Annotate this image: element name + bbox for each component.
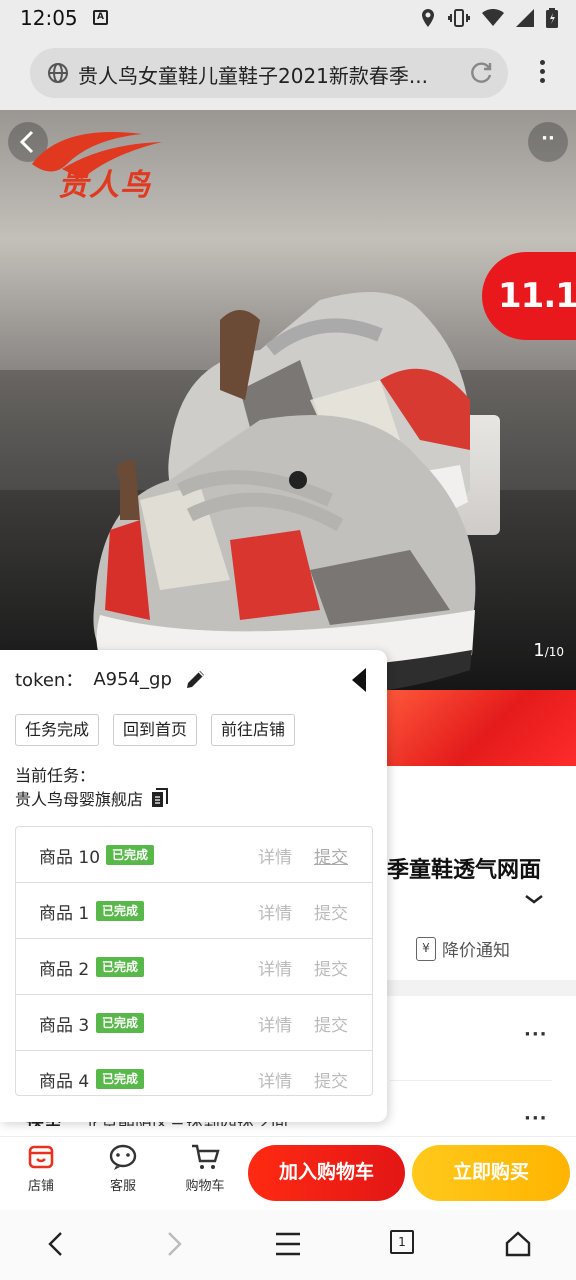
- submit-link[interactable]: 提交: [314, 1011, 348, 1036]
- status-time: 12:05: [20, 6, 78, 30]
- detail-link[interactable]: 详情: [258, 899, 292, 924]
- price-alert-label: 降价通知: [442, 941, 510, 961]
- store-button[interactable]: 店铺: [11, 1143, 71, 1194]
- edit-icon[interactable]: [184, 667, 208, 691]
- token-row: token： A954_gp: [15, 666, 208, 692]
- cart-button[interactable]: 购物车: [175, 1143, 235, 1194]
- list-item: 商品 1 已完成 详情 提交: [16, 883, 372, 939]
- current-task-shop: 贵人鸟母婴旗舰店: [15, 786, 169, 810]
- current-task-label: 当前任务：: [15, 766, 96, 785]
- status-badge: 已完成: [96, 957, 145, 977]
- detail-link[interactable]: 详情: [258, 843, 292, 868]
- image-index: 1: [533, 640, 545, 661]
- nav-menu-icon[interactable]: [274, 1230, 302, 1258]
- item-name: 商品 4: [39, 1072, 90, 1092]
- globe-icon: [48, 63, 68, 83]
- detail-link[interactable]: 详情: [258, 1067, 292, 1092]
- submit-link[interactable]: 提交: [314, 899, 348, 924]
- home-icon[interactable]: [504, 1230, 532, 1258]
- browser-nav-bar: 1: [0, 1210, 576, 1280]
- more-dots-icon[interactable]: ···: [524, 1108, 548, 1129]
- bottom-action-bar: 店铺 客服 购物车 加入购物车 立即购买: [0, 1136, 576, 1210]
- status-badge: 已完成: [96, 901, 145, 921]
- back-home-button[interactable]: 回到首页: [113, 714, 198, 746]
- tabs-button[interactable]: 1: [390, 1230, 414, 1254]
- item-name: 商品 2: [39, 960, 90, 980]
- item-name: 商品 10: [39, 848, 101, 868]
- price-alert-button[interactable]: ¥ 降价通知: [416, 936, 510, 961]
- item-name: 商品 1: [39, 904, 90, 924]
- reload-icon[interactable]: [468, 60, 494, 86]
- chevron-down-icon[interactable]: [524, 893, 544, 905]
- wifi-icon: [482, 9, 504, 26]
- nav-back-icon[interactable]: [44, 1230, 68, 1258]
- notification-icon: A: [93, 10, 108, 25]
- collapse-panel-icon[interactable]: [350, 666, 370, 694]
- service-label: 客服: [109, 1179, 136, 1194]
- divider: [390, 1080, 552, 1081]
- vibrate-icon: [448, 9, 470, 27]
- product-title: 季童鞋透气网面: [387, 858, 542, 883]
- cart-icon: [192, 1144, 220, 1169]
- image-total: /10: [544, 645, 564, 659]
- detail-link[interactable]: 详情: [258, 1011, 292, 1036]
- product-image-carousel[interactable]: 贵人鸟 ·· 11.11 1/10: [0, 110, 576, 690]
- submit-link[interactable]: 提交: [314, 1067, 348, 1092]
- list-item: 商品 3 已完成 详情 提交: [16, 995, 372, 1051]
- cart-label: 购物车: [185, 1179, 225, 1194]
- token-value: A954_gp: [93, 668, 172, 690]
- task-panel: token： A954_gp 任务完成 回到首页 前往店铺 当前任务： 贵人鸟母…: [0, 650, 387, 1122]
- brand-name: 贵人鸟: [58, 168, 151, 203]
- status-icons: [420, 8, 558, 28]
- signal-icon: [516, 9, 534, 27]
- buy-now-button[interactable]: 立即购买: [412, 1145, 570, 1201]
- add-to-cart-button[interactable]: 加入购物车: [248, 1145, 405, 1201]
- promo-badge-1111: 11.11: [482, 252, 576, 340]
- address-bar[interactable]: 贵人鸟女童鞋儿童鞋子2021新款春季...: [30, 48, 508, 98]
- location-icon: [422, 9, 434, 27]
- list-item: 商品 4 已完成 详情 提交: [16, 1051, 372, 1095]
- copy-icon[interactable]: [151, 788, 169, 808]
- overflow-menu-icon[interactable]: [540, 60, 546, 87]
- list-item: 商品 2 已完成 详情 提交: [16, 939, 372, 995]
- detail-link[interactable]: 详情: [258, 955, 292, 980]
- store-label: 店铺: [27, 1179, 54, 1194]
- store-icon: [28, 1145, 54, 1169]
- battery-icon: [546, 8, 558, 28]
- task-shop-name: 贵人鸟母婴旗舰店: [15, 790, 144, 809]
- nav-forward-icon[interactable]: [162, 1230, 186, 1258]
- promo-banner[interactable]: [380, 690, 576, 766]
- list-item: 商品 10 已完成 详情 提交: [16, 827, 372, 883]
- image-counter: 1/10: [533, 640, 564, 661]
- more-options-button[interactable]: ··: [528, 122, 568, 162]
- submit-link[interactable]: 提交: [314, 843, 348, 868]
- product-image-front: [93, 415, 476, 690]
- item-name: 商品 3: [39, 1016, 90, 1036]
- more-dots-icon[interactable]: ···: [524, 1024, 548, 1045]
- go-to-store-button[interactable]: 前往店铺: [211, 714, 296, 746]
- status-badge: 已完成: [106, 845, 155, 865]
- status-badge: 已完成: [96, 1069, 145, 1089]
- status-bar: 12:05 A: [0, 0, 576, 36]
- page-title: 贵人鸟女童鞋儿童鞋子2021新款春季...: [78, 64, 428, 88]
- status-badge: 已完成: [96, 1013, 145, 1033]
- panel-actions: 任务完成 回到首页 前往店铺: [15, 714, 296, 746]
- task-complete-button[interactable]: 任务完成: [15, 714, 100, 746]
- chat-icon: [109, 1144, 137, 1170]
- browser-toolbar: 贵人鸟女童鞋儿童鞋子2021新款春季...: [0, 36, 576, 110]
- token-label: token：: [15, 670, 84, 691]
- submit-link[interactable]: 提交: [314, 955, 348, 980]
- customer-service-button[interactable]: 客服: [93, 1143, 153, 1194]
- task-item-list[interactable]: 商品 10 已完成 详情 提交 商品 1 已完成 详情 提交 商品 2 已完成 …: [15, 826, 373, 1096]
- price-alert-icon: ¥: [416, 936, 436, 961]
